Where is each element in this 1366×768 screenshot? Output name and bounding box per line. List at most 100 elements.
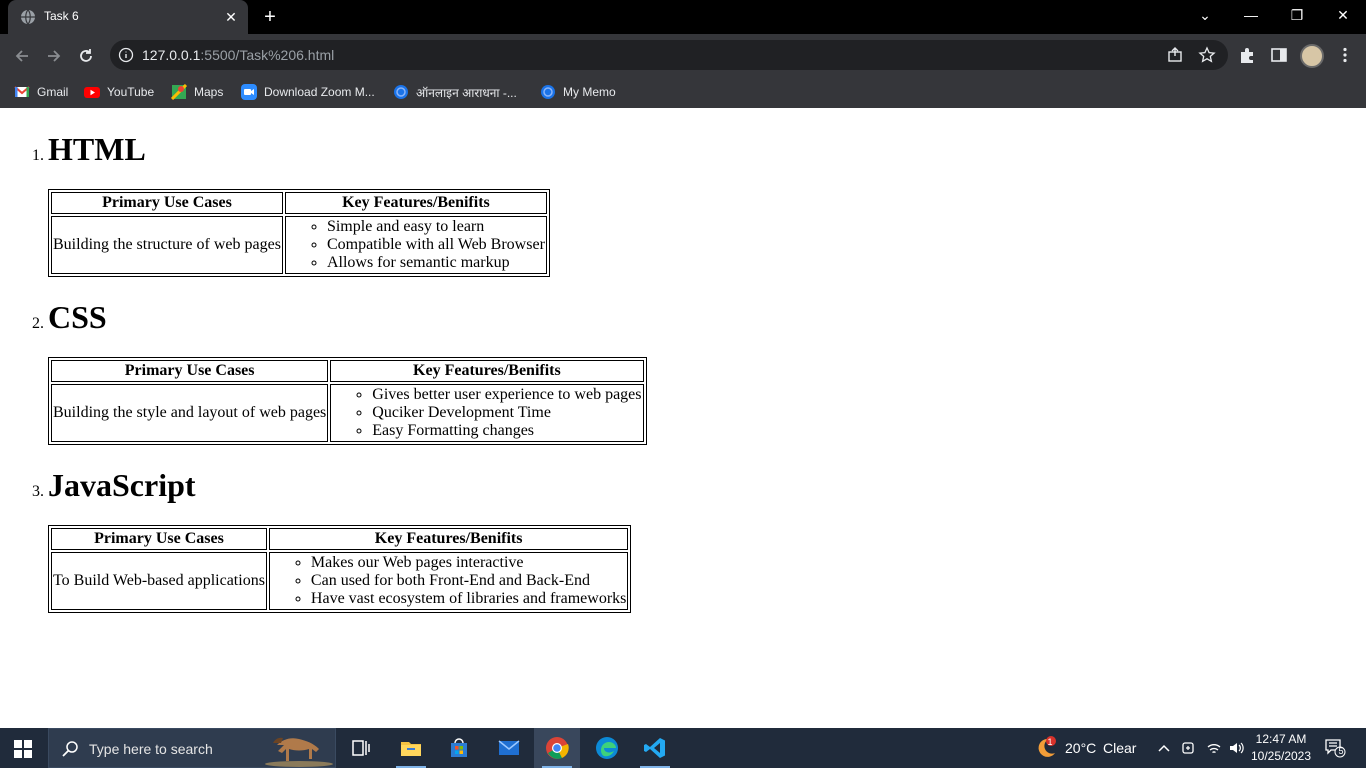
list-number: 1. — [32, 147, 44, 164]
close-window-button[interactable]: ✕ — [1320, 0, 1366, 30]
bookmark-label: YouTube — [107, 85, 155, 99]
use-case-cell: To Build Web-based applications — [51, 552, 267, 610]
html-table: Primary Use Cases Key Features/Benifits … — [48, 189, 550, 277]
back-button[interactable] — [8, 42, 36, 70]
windows-start-icon[interactable] — [14, 740, 32, 758]
use-case-cell: Building the style and layout of web pag… — [51, 384, 329, 442]
javascript-table: Primary Use Cases Key Features/Benifits … — [48, 525, 632, 613]
use-case-cell: Building the structure of web pages — [51, 216, 283, 274]
weather-temp[interactable]: 20°C — [1065, 740, 1096, 756]
globe-icon — [394, 85, 408, 99]
search-placeholder: Type here to search — [89, 741, 213, 757]
profile-avatar[interactable] — [1300, 44, 1324, 68]
vscode-button[interactable] — [632, 728, 678, 768]
meet-now-icon[interactable] — [1180, 740, 1196, 756]
tab-strip: Task 6 ✕ + ⌄ — ❐ ✕ — [0, 0, 1366, 34]
bookmark-gmail[interactable]: Gmail — [14, 82, 68, 102]
arrow-right-icon — [48, 50, 61, 62]
header-primary-use: Primary Use Cases — [51, 192, 283, 214]
share-icon[interactable] — [1166, 46, 1184, 64]
header-key-features: Key Features/Benifits — [268, 528, 629, 550]
reload-button[interactable] — [72, 42, 100, 70]
bookmark-online-aradhana[interactable]: ऑनलाइन आराधना -... — [393, 82, 517, 102]
bookmark-label: My Memo — [563, 85, 616, 99]
kebab-menu-icon[interactable] — [1336, 46, 1354, 64]
wifi-icon[interactable] — [1206, 740, 1222, 756]
browser-toolbar: 127.0.0.1:5500/Task%206.html — [0, 34, 1366, 76]
file-explorer-button[interactable] — [388, 728, 434, 768]
feature-item: Simple and easy to learn — [327, 218, 545, 236]
bookmark-download-zoom[interactable]: Download Zoom M... — [241, 82, 375, 102]
features-cell: Simple and easy to learn Compatible with… — [284, 216, 547, 274]
feature-item: Makes our Web pages interactive — [311, 554, 626, 572]
feature-item: Easy Formatting changes — [372, 422, 641, 440]
list-number: 3. — [32, 483, 44, 500]
info-icon[interactable] — [118, 47, 134, 63]
bookmark-maps[interactable]: Maps — [171, 82, 223, 102]
vscode-icon — [644, 738, 665, 758]
system-clock[interactable]: 12:47 AM 10/25/2023 — [1250, 731, 1312, 765]
section-title: HTML — [48, 131, 146, 167]
chrome-icon — [546, 737, 569, 759]
edge-icon — [596, 737, 618, 759]
star-icon[interactable] — [1198, 46, 1216, 64]
section-javascript: 3. JavaScript — [32, 467, 196, 504]
clock-date: 10/25/2023 — [1250, 749, 1312, 763]
tab-task6[interactable]: Task 6 ✕ — [8, 0, 248, 34]
css-table: Primary Use Cases Key Features/Benifits … — [48, 357, 647, 445]
bookmark-label: ऑनलाइन आराधना -... — [416, 85, 517, 100]
new-tab-button[interactable]: + — [258, 6, 282, 28]
list-number: 2. — [32, 315, 44, 332]
feature-item: Can used for both Front-End and Back-End — [311, 572, 626, 590]
feature-item: Compatible with all Web Browser — [327, 236, 545, 254]
mail-button[interactable] — [486, 728, 532, 768]
zoom-icon — [241, 84, 257, 100]
side-panel-icon[interactable] — [1270, 46, 1288, 64]
minimize-button[interactable]: — — [1228, 0, 1274, 30]
header-primary-use: Primary Use Cases — [51, 528, 267, 550]
weather-condition[interactable]: Clear — [1103, 740, 1136, 756]
bookmark-my-memo[interactable]: My Memo — [540, 82, 616, 102]
chrome-taskbar-button[interactable] — [534, 728, 580, 768]
task-view-button[interactable] — [338, 728, 384, 768]
tab-close-icon[interactable]: ✕ — [222, 8, 240, 26]
bookmark-label: Maps — [194, 85, 224, 99]
section-title: CSS — [48, 299, 107, 335]
gmail-icon — [14, 86, 30, 97]
forward-button[interactable] — [40, 42, 68, 70]
bookmarks-bar: Gmail YouTube Maps Download Zoom M... ऑन… — [0, 76, 1366, 108]
chevron-up-icon[interactable] — [1157, 741, 1171, 755]
feature-item: Have vast ecosystem of libraries and fra… — [311, 590, 626, 608]
features-cell: Gives better user experience to web page… — [330, 384, 644, 442]
tab-search-chevron-icon[interactable]: ⌄ — [1182, 0, 1228, 30]
puzzle-icon[interactable] — [1238, 46, 1256, 64]
youtube-icon — [84, 87, 100, 98]
page-content: 1. HTML Primary Use Cases Key Features/B… — [0, 108, 1366, 728]
bookmark-label: Gmail — [37, 85, 69, 99]
feature-item: Gives better user experience to web page… — [372, 386, 641, 404]
reload-icon — [80, 49, 92, 62]
header-key-features: Key Features/Benifits — [284, 192, 547, 214]
taskbar: Type here to search 1 20°C Clear 12:47 A… — [0, 728, 1366, 768]
task-view-icon — [352, 740, 370, 756]
header-primary-use: Primary Use Cases — [51, 360, 329, 382]
address-bar[interactable]: 127.0.0.1:5500/Task%206.html — [110, 40, 1228, 70]
mail-icon — [498, 740, 520, 755]
microsoft-store-button[interactable] — [436, 728, 482, 768]
folder-icon — [401, 742, 421, 756]
section-title: JavaScript — [48, 467, 196, 503]
maps-icon — [171, 84, 187, 100]
speaker-icon[interactable] — [1228, 740, 1244, 756]
bookmark-youtube[interactable]: YouTube — [84, 82, 154, 102]
bookmark-label: Download Zoom M... — [264, 85, 375, 99]
taskbar-search-box[interactable]: Type here to search — [48, 728, 336, 768]
search-highlight-horse-image — [265, 737, 333, 767]
search-icon — [62, 741, 78, 757]
section-css: 2. CSS — [32, 299, 107, 336]
restore-button[interactable]: ❐ — [1274, 0, 1320, 30]
arrow-left-icon — [15, 50, 28, 62]
edge-button[interactable] — [584, 728, 630, 768]
url-text[interactable]: 127.0.0.1:5500/Task%206.html — [142, 47, 334, 63]
header-key-features: Key Features/Benifits — [330, 360, 644, 382]
weather-badge: 1 — [1047, 737, 1053, 747]
